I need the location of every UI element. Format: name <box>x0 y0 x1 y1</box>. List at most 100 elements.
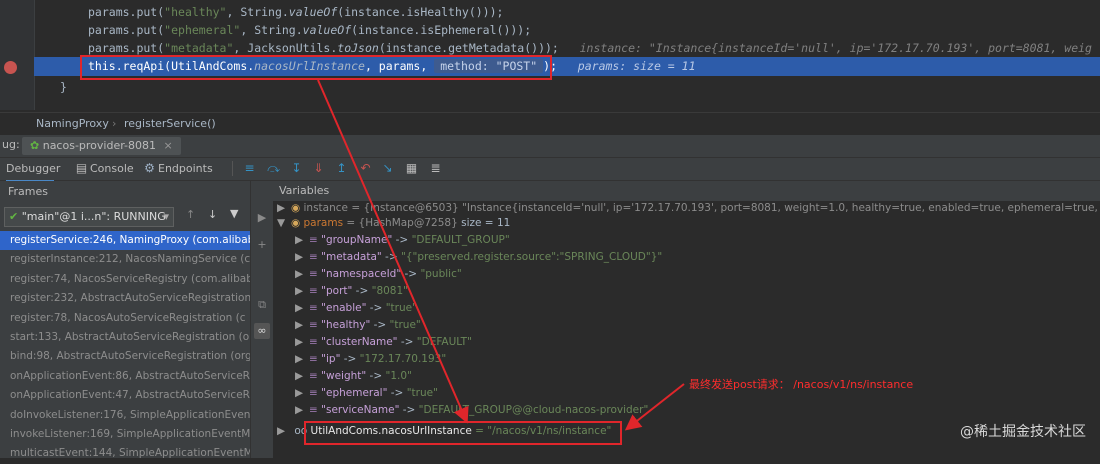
step-out-icon[interactable]: ↥ <box>334 161 349 176</box>
drop-frame-icon[interactable]: ↶ <box>358 161 373 176</box>
entry-icon: ≡ <box>309 234 318 246</box>
map-entry[interactable]: ▶ ≡ "ip" -> "172.17.70.193" <box>295 351 446 368</box>
parameter-hint: method: "POST" <box>434 59 544 73</box>
debug-label: ug: <box>2 138 20 151</box>
breadcrumb: NamingProxy › registerService() <box>0 112 1100 136</box>
entry-icon: ≡ <box>309 404 318 416</box>
trace-icon[interactable]: ≣ <box>428 161 443 176</box>
expand-arrow-icon: ▶ <box>277 425 286 437</box>
expand-icon[interactable]: ▶ <box>254 210 270 226</box>
entry-icon: ≡ <box>309 319 318 331</box>
expand-arrow-icon: ▶ <box>295 353 304 365</box>
entry-icon: ≡ <box>309 353 318 365</box>
watermark: @稀土掘金技术社区 <box>960 424 1086 440</box>
frame-item[interactable]: registerService:246, NamingProxy (com.al… <box>0 231 250 251</box>
map-entry[interactable]: ▶ ≡ "clusterName" -> "DEFAULT" <box>295 334 472 351</box>
frame-item[interactable]: bind:98, AbstractAutoServiceRegistration… <box>0 347 250 366</box>
copy-icon[interactable]: ⧉ <box>254 297 270 313</box>
breadcrumb-method[interactable]: registerService() <box>124 117 216 130</box>
annotation-text: 最终发送post请求： /nacos/v1/ns/instance <box>689 378 914 391</box>
thread-row: ✔ "main"@1 i...n": RUNNING ▾ ↑ ↓ ▼ <box>0 204 250 230</box>
map-entry[interactable]: ▶ ≡ "namespaceId" -> "public" <box>295 266 462 283</box>
endpoints-icon: ⚙ <box>144 161 155 175</box>
frames-panel: Frames ✔ "main"@1 i...n": RUNNING ▾ ↑ ↓ … <box>0 181 250 459</box>
breadcrumb-class[interactable]: NamingProxy <box>36 117 109 130</box>
evaluate-expression-icon[interactable]: ▦ <box>404 161 419 176</box>
debug-tool-window-header: ug: ✿ nacos-provider-8081 × <box>0 135 1100 158</box>
console-icon: ▤ <box>75 161 88 175</box>
expand-arrow-icon: ▶ <box>295 302 304 314</box>
debugger-toolbar: Debugger ▤ Console ⚙ Endpoints ≡ ⤼ ↧ ⇓ ↥… <box>0 158 1100 182</box>
map-entry[interactable]: ▶ ≡ "port" -> "8081" <box>295 283 408 300</box>
close-icon[interactable]: × <box>164 139 173 152</box>
field-icon: ◉ <box>291 217 301 229</box>
frame-item[interactable]: doInvokeListener:176, SimpleApplicationE… <box>0 406 250 425</box>
map-entry[interactable]: ▶ ≡ "healthy" -> "true" <box>295 317 421 334</box>
add-watch-icon[interactable]: + <box>254 237 270 253</box>
inline-debug-value: params: size = 11 <box>577 59 696 73</box>
tab-console[interactable]: Console <box>90 158 134 180</box>
frame-item[interactable]: start:133, AbstractAutoServiceRegistrati… <box>0 328 250 347</box>
frame-item[interactable]: onApplicationEvent:86, AbstractAutoServi… <box>0 367 250 386</box>
down-arrow-icon[interactable]: ↓ <box>208 208 217 221</box>
map-entry[interactable]: ▶ ≡ "metadata" -> "{"preserved.register.s… <box>295 249 662 266</box>
variable-params[interactable]: ▼ ◉ params = {HashMap@7258} size = 11 <box>277 215 510 232</box>
variable-url-instance[interactable]: ▶ oo UtilAndComs.nacosUrlInstance = "/na… <box>277 423 611 440</box>
frame-list: registerService:246, NamingProxy (com.al… <box>0 231 250 464</box>
expand-arrow-icon: ▶ <box>295 268 304 280</box>
frame-item[interactable]: register:232, AbstractAutoServiceRegistr… <box>0 289 250 308</box>
frame-item[interactable]: registerInstance:212, NacosNamingService… <box>0 250 250 269</box>
expand-arrow-icon: ▶ <box>295 319 304 331</box>
closing-brace: } <box>60 80 67 94</box>
entry-icon: ≡ <box>309 251 318 263</box>
code-editor[interactable]: params.put("healthy", String.valueOf(ins… <box>0 0 1100 110</box>
frame-item[interactable]: onApplicationEvent:47, AbstractAutoServi… <box>0 386 250 405</box>
code-line: params.put("metadata", JacksonUtils.toJs… <box>88 41 1092 55</box>
entry-icon: ≡ <box>309 336 318 348</box>
current-execution-line: this.reqApi(UtilAndComs.nacosUrlInstance… <box>34 57 1100 76</box>
map-entry[interactable]: ▶ ≡ "ephemeral" -> "true" <box>295 385 438 402</box>
entry-icon: ≡ <box>309 285 318 297</box>
filter-icon[interactable]: ▼ <box>230 207 238 220</box>
entry-icon: ≡ <box>309 302 318 314</box>
tab-debugger[interactable]: Debugger <box>6 158 60 182</box>
check-icon: ✔ <box>9 210 19 223</box>
expand-arrow-icon: ▶ <box>295 370 304 382</box>
chevron-down-icon: ▾ <box>163 210 169 223</box>
frames-header: Frames <box>0 181 250 203</box>
show-execution-point-icon[interactable]: ≡ <box>242 161 257 176</box>
expand-arrow-icon: ▶ <box>295 336 304 348</box>
field-icon: ◉ <box>291 202 301 214</box>
watch-icon: oo <box>294 425 308 437</box>
entry-icon: ≡ <box>309 268 318 280</box>
up-arrow-icon[interactable]: ↑ <box>186 208 195 221</box>
frame-item[interactable]: invokeListener:169, SimpleApplicationEve… <box>0 425 250 444</box>
editor-gutter[interactable] <box>0 0 35 110</box>
entry-icon: ≡ <box>309 370 318 382</box>
map-entry[interactable]: ▶ ≡ "groupName" -> "DEFAULT_GROUP" <box>295 232 510 249</box>
tab-run-config[interactable]: ✿ nacos-provider-8081 × <box>22 137 181 155</box>
expand-arrow-icon: ▶ <box>295 285 304 297</box>
expand-arrow-icon: ▶ <box>295 404 304 416</box>
frame-item[interactable]: register:74, NacosServiceRegistry (com.a… <box>0 270 250 289</box>
breakpoint-icon[interactable] <box>4 61 17 74</box>
map-entry[interactable]: ▶ ≡ "weight" -> "1.0" <box>295 368 412 385</box>
map-entry[interactable]: ▶ ≡ "serviceName" -> "DEFAULT_GROUP@@clou… <box>295 402 648 419</box>
map-entry[interactable]: ▶ ≡ "enable" -> "true" <box>295 300 417 317</box>
run-to-cursor-icon[interactable]: ↘ <box>380 161 395 176</box>
code-line: params.put("healthy", String.valueOf(ins… <box>88 5 504 19</box>
code-line: params.put("ephemeral", String.valueOf(i… <box>88 23 532 37</box>
bug-icon: ✿ <box>30 139 40 152</box>
infinity-icon[interactable]: ∞ <box>254 323 270 339</box>
frame-item[interactable]: multicastEvent:144, SimpleApplicationEve… <box>0 444 250 463</box>
force-step-into-icon[interactable]: ⇓ <box>311 161 326 176</box>
step-into-icon[interactable]: ↧ <box>289 161 304 176</box>
thread-selector[interactable]: ✔ "main"@1 i...n": RUNNING ▾ <box>4 207 174 227</box>
frame-item[interactable]: register:78, NacosAutoServiceRegistratio… <box>0 309 250 328</box>
step-over-icon[interactable]: ⤼ <box>266 161 281 176</box>
variables-panel: Variables ▶ ◉ instance = {Instance@6503} … <box>273 181 1100 458</box>
expand-arrow-icon: ▶ <box>295 234 304 246</box>
variables-header: Variables <box>273 181 1100 201</box>
tab-endpoints[interactable]: Endpoints <box>158 158 213 180</box>
collapse-arrow-icon: ▼ <box>277 217 286 229</box>
